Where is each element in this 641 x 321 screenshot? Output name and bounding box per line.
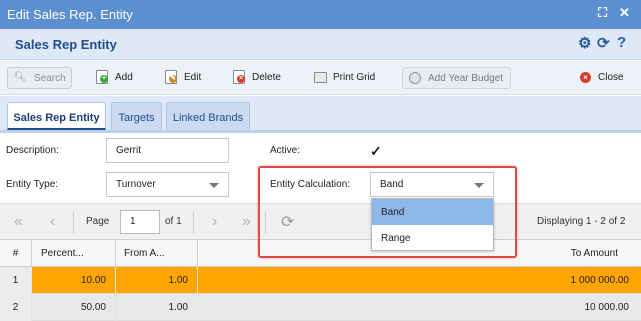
from-amount-cell: 1.00 [116, 267, 198, 294]
edit-label: Edit [184, 72, 202, 83]
entity-type-label: Entity Type: [6, 179, 59, 190]
column-header-percent[interactable]: Percent... [32, 240, 116, 267]
row-number-cell: 2 [0, 294, 32, 321]
refresh-icon[interactable]: ⟳ [597, 34, 610, 52]
column-header-from-amount[interactable]: From A... [116, 240, 198, 267]
help-icon[interactable]: ? [617, 34, 626, 51]
percent-cell: 50.00 [32, 294, 116, 321]
gear-icon[interactable]: ⚙ [578, 34, 591, 52]
table-row[interactable]: 2 50.00 1.00 10 000.00 [0, 294, 641, 321]
search-label: Search [34, 73, 66, 84]
window-title: Edit Sales Rep. Entity [7, 7, 133, 22]
displaying-info: Displaying 1 - 2 of 2 [537, 216, 626, 227]
print-grid-label: Print Grid [333, 72, 376, 83]
tab-linked-brands[interactable]: Linked Brands [166, 102, 250, 130]
add-icon: + [96, 70, 108, 84]
column-header-number[interactable]: # [0, 240, 32, 267]
pager-separator [193, 212, 194, 234]
search-icon: 🔍︎ [14, 72, 27, 83]
highlight-annotation [258, 166, 517, 258]
add-year-budget-label: Add Year Budget [428, 73, 504, 84]
page-label: Page [86, 216, 110, 227]
pager-separator [73, 212, 74, 234]
table-row[interactable]: 1 10.00 1.00 1 000 000.00 [0, 267, 641, 294]
entity-type-select[interactable]: Turnover [106, 172, 229, 197]
edit-icon: ✎ [165, 70, 177, 84]
add-label: Add [115, 72, 133, 83]
delete-label: Delete [252, 72, 281, 83]
add-year-budget-button[interactable]: Add Year Budget [402, 67, 511, 89]
printer-icon [314, 72, 327, 83]
tab-sales-rep-entity[interactable]: Sales Rep Entity [7, 102, 106, 130]
next-page-icon[interactable]: › [212, 213, 217, 231]
tab-targets[interactable]: Targets [111, 102, 162, 130]
from-amount-cell: 1.00 [116, 294, 198, 321]
percent-cell: 10.00 [32, 267, 116, 294]
prev-page-icon[interactable]: ‹ [50, 213, 55, 231]
row-number-cell: 1 [0, 267, 32, 294]
panel-header: Sales Rep Entity ⚙ ⟳ ? [0, 29, 641, 60]
panel-title: Sales Rep Entity [15, 37, 117, 52]
maximize-icon[interactable]: ⛶ [598, 5, 607, 21]
active-label: Active: [270, 145, 301, 156]
active-checkbox[interactable]: ✓ [370, 143, 382, 160]
budget-icon [409, 72, 421, 84]
description-field[interactable]: Gerrit [106, 138, 229, 163]
close-window-icon[interactable]: ✕ [619, 5, 630, 21]
description-label: Description: [6, 145, 59, 156]
entity-type-value: Turnover [116, 179, 156, 190]
toolbar: 🔍︎ Search + Add ✎ Edit × Delete Print Gr… [0, 61, 641, 95]
page-number-input[interactable]: 1 [120, 210, 160, 234]
delete-icon: × [233, 70, 245, 84]
window-titlebar: Edit Sales Rep. Entity ⛶ ✕ [0, 0, 641, 29]
to-amount-cell: 10 000.00 [584, 302, 630, 313]
close-label: Close [598, 72, 624, 83]
first-page-icon[interactable]: « [14, 213, 23, 231]
tab-strip: Sales Rep Entity Targets Linked Brands [0, 96, 641, 133]
last-page-icon[interactable]: » [242, 213, 251, 231]
chevron-down-icon [209, 183, 219, 188]
search-button[interactable]: 🔍︎ Search [7, 67, 72, 89]
close-icon: × [580, 72, 591, 83]
page-count-label: of 1 [165, 216, 182, 227]
to-amount-cell: 1 000 000.00 [570, 275, 629, 286]
